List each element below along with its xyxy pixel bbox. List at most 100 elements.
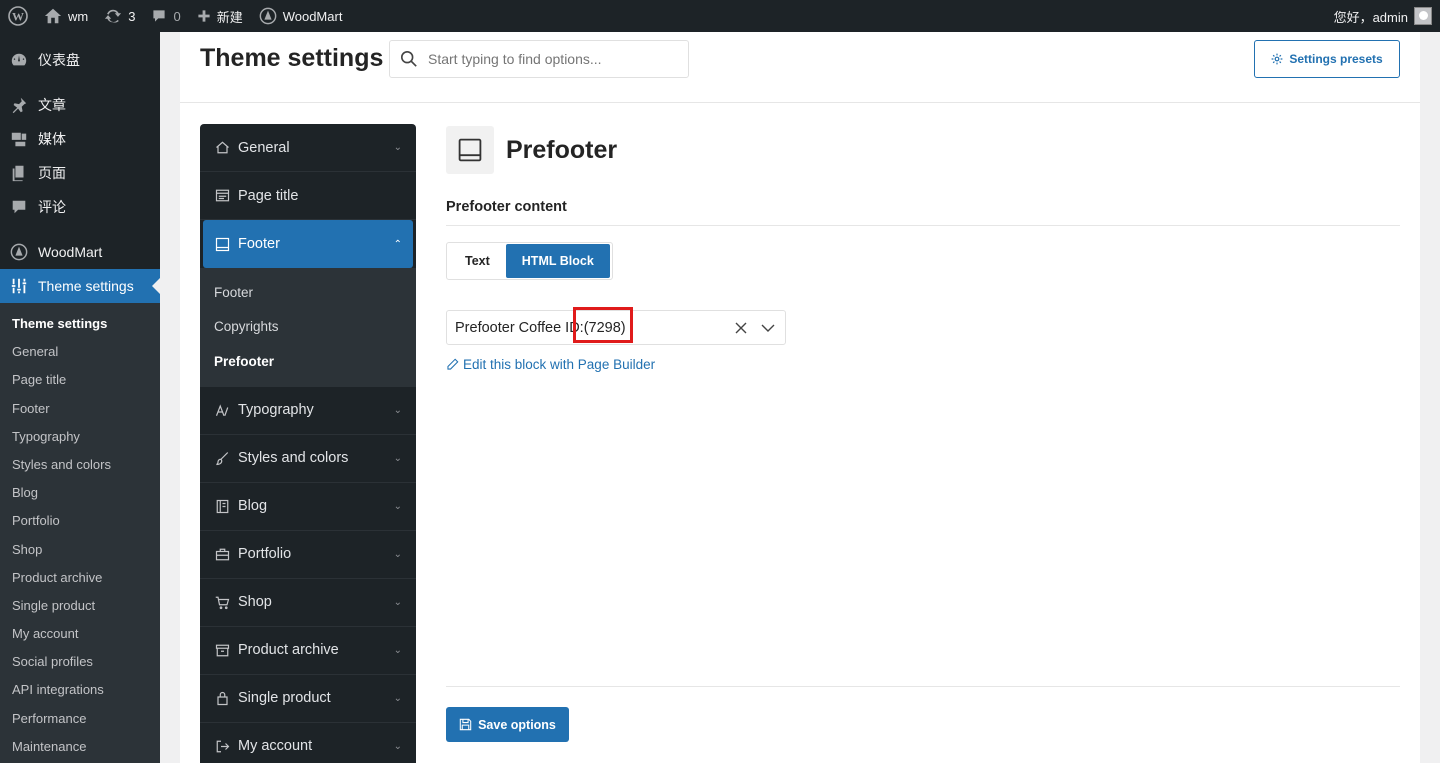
menu-comments[interactable]: 评论: [0, 190, 160, 224]
woodmart-link[interactable]: WoodMart: [251, 0, 351, 32]
divider: [446, 686, 1400, 687]
tsnav-label: Shop: [238, 594, 272, 611]
submenu-performance[interactable]: Performance: [0, 705, 160, 733]
content-area: Theme settings Settings presets General …: [180, 32, 1420, 763]
section-title: Prefooter: [506, 136, 618, 164]
tab-text[interactable]: Text: [449, 244, 506, 278]
submenu-blog[interactable]: Blog: [0, 479, 160, 507]
chevron-down-icon: ⌄: [393, 644, 402, 656]
chevron-up-icon: ⌃: [393, 238, 402, 250]
tsnav-general[interactable]: General ⌄: [200, 124, 416, 172]
section-panel: Prefooter Prefooter content Text HTML Bl…: [446, 124, 1400, 763]
save-options-button[interactable]: Save options: [446, 707, 569, 742]
comments-count: 0: [173, 8, 181, 24]
comments-link[interactable]: 0: [143, 0, 188, 32]
tsnav-product-archive[interactable]: Product archive ⌄: [200, 627, 416, 675]
bag-icon: [214, 690, 230, 706]
footer-icon: [214, 236, 230, 252]
tab-html-block[interactable]: HTML Block: [505, 244, 610, 278]
woodmart-icon: [10, 243, 28, 261]
briefcase-icon: [214, 546, 230, 562]
typography-icon: [214, 402, 230, 418]
submenu-typography[interactable]: Typography: [0, 423, 160, 451]
media-icon: [10, 130, 28, 148]
edit-block-link[interactable]: Edit this block with Page Builder: [446, 357, 655, 372]
tsnav-single-product[interactable]: Single product ⌄: [200, 675, 416, 723]
clear-icon[interactable]: [735, 322, 747, 334]
home-icon: [214, 140, 230, 156]
tsnav-label: Typography: [238, 402, 314, 419]
admin-menu: 仪表盘 文章 媒体 页面 评论 WoodMart Theme settings …: [0, 32, 160, 763]
tsnav-portfolio[interactable]: Portfolio ⌄: [200, 531, 416, 579]
settings-presets-label: Settings presets: [1289, 52, 1383, 66]
submenu-theme-settings[interactable]: Theme settings: [0, 310, 160, 338]
menu-label: 媒体: [38, 131, 66, 147]
my-account-link[interactable]: 您好，admin: [1334, 7, 1440, 26]
tsnav-label: Single product: [238, 690, 331, 707]
submenu-styles-colors[interactable]: Styles and colors: [0, 451, 160, 479]
tsnav-blog[interactable]: Blog ⌄: [200, 483, 416, 531]
site-name-link[interactable]: wm: [36, 0, 96, 32]
tsnav-label: General: [238, 139, 290, 156]
tsnav-shop[interactable]: Shop ⌄: [200, 579, 416, 627]
submenu-single-product[interactable]: Single product: [0, 592, 160, 620]
save-label: Save options: [478, 717, 556, 732]
dashboard-icon: [10, 51, 28, 69]
submenu-general[interactable]: General: [0, 338, 160, 366]
tsnav-styles-colors[interactable]: Styles and colors ⌄: [200, 435, 416, 483]
submenu-page-title[interactable]: Page title: [0, 366, 160, 394]
menu-label: WoodMart: [38, 244, 103, 260]
tsnav-sub-footer[interactable]: Footer: [200, 276, 416, 310]
tsnav-label: Product archive: [238, 642, 339, 659]
submenu-shop[interactable]: Shop: [0, 536, 160, 564]
chevron-down-icon: ⌄: [393, 500, 402, 512]
menu-label: 文章: [38, 97, 66, 113]
chevron-down-icon: ⌄: [393, 596, 402, 608]
woodmart-label: WoodMart: [282, 8, 343, 24]
submenu-footer[interactable]: Footer: [0, 395, 160, 423]
updates-link[interactable]: 3: [96, 0, 143, 32]
menu-woodmart[interactable]: WoodMart: [0, 235, 160, 269]
wordpress-logo[interactable]: W: [0, 0, 36, 32]
field-label: Prefooter content: [446, 199, 567, 215]
menu-theme-settings[interactable]: Theme settings: [0, 269, 160, 303]
tsnav-my-account[interactable]: My account ⌄: [200, 723, 416, 763]
search-box[interactable]: [389, 40, 689, 78]
chevron-down-icon: ⌄: [393, 692, 402, 704]
submenu-my-account[interactable]: My account: [0, 620, 160, 648]
content-type-tabs: Text HTML Block: [446, 242, 613, 280]
sliders-icon: [10, 277, 28, 295]
plus-icon: [198, 10, 210, 22]
greeting: 您好，admin: [1333, 9, 1408, 25]
menu-label: 页面: [38, 165, 66, 181]
submenu-portfolio[interactable]: Portfolio: [0, 507, 160, 535]
tsnav-sub-copyrights[interactable]: Copyrights: [200, 310, 416, 344]
tsnav-label: Footer: [238, 236, 280, 252]
tsnav-sub-prefooter[interactable]: Prefooter: [200, 345, 416, 379]
menu-dashboard[interactable]: 仪表盘: [0, 43, 160, 77]
chevron-down-icon[interactable]: [761, 323, 775, 333]
settings-presets-button[interactable]: Settings presets: [1254, 40, 1400, 78]
menu-media[interactable]: 媒体: [0, 122, 160, 156]
updates-count: 3: [128, 8, 136, 24]
tsnav-label: Styles and colors: [238, 450, 349, 467]
submenu-api-integrations[interactable]: API integrations: [0, 676, 160, 704]
edit-link-label: Edit this block with Page Builder: [463, 357, 656, 372]
submenu-maintenance[interactable]: Maintenance: [0, 733, 160, 761]
tsnav-page-title[interactable]: Page title: [200, 172, 416, 220]
divider: [446, 225, 1400, 226]
highlight-annotation: [573, 307, 633, 343]
svg-text:W: W: [12, 10, 24, 24]
tsnav-footer[interactable]: Footer ⌃: [203, 220, 413, 268]
blog-icon: [214, 498, 230, 514]
wordpress-icon: W: [8, 6, 28, 26]
menu-pages[interactable]: 页面: [0, 156, 160, 190]
search-input[interactable]: [428, 51, 678, 67]
tsnav-typography[interactable]: Typography ⌄: [200, 387, 416, 435]
menu-posts[interactable]: 文章: [0, 88, 160, 122]
submenu-social-profiles[interactable]: Social profiles: [0, 648, 160, 676]
submenu-product-archive[interactable]: Product archive: [0, 564, 160, 592]
chevron-down-icon: ⌄: [393, 548, 402, 560]
new-content-link[interactable]: 新建: [189, 0, 251, 32]
comment-icon: [10, 198, 28, 216]
